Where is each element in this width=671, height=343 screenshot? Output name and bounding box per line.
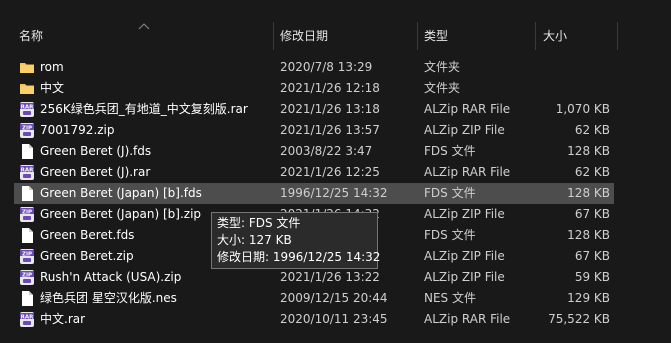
file-type: ALZip RAR File (424, 102, 511, 116)
svg-text:ZIP: ZIP (22, 125, 32, 131)
file-name: Green Beret (J).fds (40, 144, 152, 158)
file-type: ALZip ZIP File (424, 270, 505, 284)
column-type[interactable]: 类型 (424, 22, 448, 50)
file-date-modified: 2021/1/26 13:18 (280, 102, 380, 116)
column-header: 名称 修改日期 类型 大小 (0, 22, 671, 50)
file-date-modified: 2009/12/15 20:44 (280, 291, 388, 305)
tooltip-date: 修改日期: 1996/12/25 14:32 (217, 250, 381, 264)
file-size: 128 KB (567, 186, 610, 200)
column-divider[interactable] (535, 22, 536, 50)
sort-ascending-icon (138, 22, 150, 30)
file-type: 文件夹 (424, 60, 461, 74)
svg-text:ZIP: ZIP (22, 272, 32, 278)
file-size: 67 KB (574, 207, 610, 221)
file-name: 中文.rar (40, 312, 86, 326)
zip-archive-icon: ZIP (19, 206, 35, 223)
file-size: 62 KB (574, 165, 610, 179)
file-size: 75,522 KB (548, 312, 610, 326)
file-type: ALZip ZIP File (424, 123, 505, 137)
file-size: 1,070 KB (555, 102, 610, 116)
file-name: Rush'n Attack (USA).zip (40, 270, 182, 284)
file-date-modified: 2021/1/26 13:57 (280, 123, 380, 137)
file-row[interactable]: RAR 256K绿色兵团_有地道_中文复刻版.rar 2021/1/26 13:18… (14, 99, 614, 120)
file-info-tooltip: 类型: FDS 文件 大小: 127 KB 修改日期: 1996/12/25 1… (211, 212, 381, 269)
file-row[interactable]: RAR Green Beret (J).rar 2021/1/26 12:25 ALZ… (14, 162, 614, 183)
file-row[interactable]: Green Beret (Japan) [b].fds 1996/12/25 14… (14, 183, 614, 204)
file-size: 128 KB (567, 228, 610, 242)
svg-text:RAR: RAR (21, 167, 34, 173)
file-size: 62 KB (574, 123, 610, 137)
file-type: NES 文件 (424, 291, 476, 305)
file-type: ALZip RAR File (424, 312, 511, 326)
document-icon (19, 290, 35, 307)
file-date-modified: 2021/1/26 12:25 (280, 165, 380, 179)
file-type: ALZip RAR File (424, 165, 511, 179)
zip-archive-icon: ZIP (19, 269, 35, 286)
file-size: 128 KB (567, 144, 610, 158)
file-name: 7001792.zip (40, 123, 115, 137)
document-icon (19, 185, 35, 202)
file-date-modified: 2020/7/8 13:29 (280, 60, 373, 74)
tooltip-type: 类型: FDS 文件 (217, 216, 301, 230)
svg-text:ZIP: ZIP (22, 209, 32, 215)
file-size (534, 57, 610, 78)
column-divider[interactable] (417, 22, 418, 50)
file-date-modified: 2021/1/26 13:22 (280, 270, 380, 284)
svg-text:RAR: RAR (21, 104, 34, 110)
file-name: 中文 (40, 81, 65, 95)
column-size[interactable]: 大小 (543, 22, 567, 50)
file-type: 文件夹 (424, 81, 461, 95)
file-row[interactable]: Green Beret (J).fds 2003/8/22 3:47 FDS 文件 1… (14, 141, 614, 162)
column-divider[interactable] (273, 22, 274, 50)
file-date-modified: 2003/8/22 3:47 (280, 144, 373, 158)
file-name: Green Beret (Japan) [b].fds (40, 186, 202, 200)
column-name[interactable]: 名称 (19, 22, 43, 50)
file-size: 59 KB (574, 270, 610, 284)
svg-text:ZIP: ZIP (22, 251, 32, 257)
file-date-modified: 2020/10/11 23:45 (280, 312, 388, 326)
rar-archive-icon: RAR (19, 164, 35, 181)
zip-archive-icon: ZIP (19, 248, 35, 265)
file-size: 129 KB (567, 291, 610, 305)
folder-icon (19, 59, 35, 76)
file-type: ALZip ZIP File (424, 249, 505, 263)
rar-archive-icon: RAR (19, 101, 35, 118)
file-name: 绿色兵团 星空汉化版.nes (40, 291, 177, 305)
file-type: FDS 文件 (424, 144, 476, 158)
file-row[interactable]: ZIP 7001792.zip 2021/1/26 13:57 ALZip ZIP F… (14, 120, 614, 141)
file-name: Green Beret (J).rar (40, 165, 151, 179)
file-row[interactable]: RAR 中文.rar 2020/10/11 23:45 ALZip RAR File 7… (14, 309, 614, 330)
tooltip-size: 大小: 127 KB (217, 233, 292, 247)
file-size: 67 KB (574, 249, 610, 263)
file-type: FDS 文件 (424, 228, 476, 242)
file-row[interactable]: 中文 2021/1/26 12:18 文件夹 (14, 78, 614, 99)
file-name: rom (40, 60, 64, 74)
zip-archive-icon: ZIP (19, 122, 35, 139)
document-icon (19, 227, 35, 244)
document-icon (19, 143, 35, 160)
file-name: 256K绿色兵团_有地道_中文复刻版.rar (40, 102, 248, 116)
column-date-modified[interactable]: 修改日期 (280, 22, 328, 50)
file-size (534, 78, 610, 99)
file-row[interactable]: ZIP Rush'n Attack (USA).zip 2021/1/26 13:2… (14, 267, 614, 288)
file-type: ALZip ZIP File (424, 207, 505, 221)
file-type: FDS 文件 (424, 186, 476, 200)
file-row[interactable]: 绿色兵团 星空汉化版.nes 2009/12/15 20:44 NES 文件 129 … (14, 288, 614, 309)
svg-text:RAR: RAR (21, 314, 34, 320)
file-row[interactable]: rom 2020/7/8 13:29 文件夹 (14, 57, 614, 78)
rar-archive-icon: RAR (19, 311, 35, 328)
file-date-modified: 2021/1/26 12:18 (280, 81, 380, 95)
column-divider[interactable] (617, 22, 618, 50)
folder-icon (19, 80, 35, 97)
file-date-modified: 1996/12/25 14:32 (280, 186, 388, 200)
